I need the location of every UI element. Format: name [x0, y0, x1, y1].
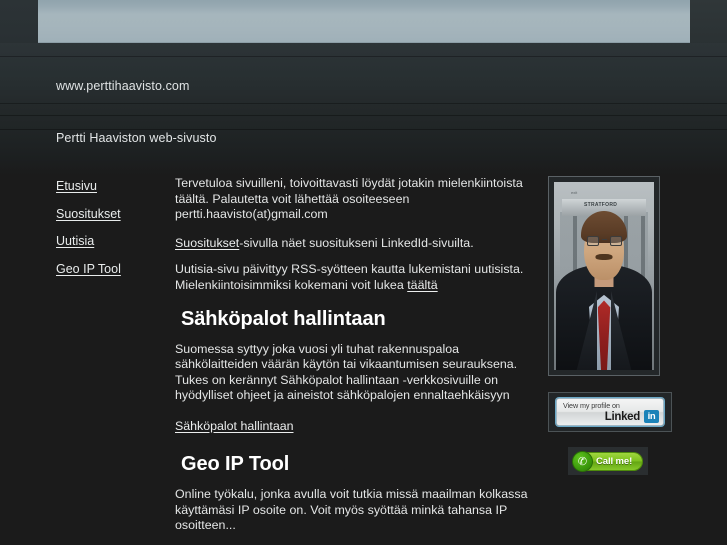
primary-navigation: Etusivu Suositukset Uutisia Geo IP Tool — [56, 179, 164, 289]
header-rule — [0, 103, 727, 104]
intro-paragraph: Tervetuloa sivuilleni, toivoittavasti lö… — [175, 176, 523, 222]
skype-call-me-label: Call me! — [596, 455, 633, 467]
header-rule — [0, 56, 727, 57]
linkedin-wordmark: Linked — [604, 411, 641, 423]
section-body-geo-ip-tool: Online työkalu, jonka avulla voit tutkia… — [175, 486, 528, 533]
main-content: Tervetuloa sivuilleni, toivoittavasti lö… — [175, 176, 537, 545]
sidebar-item-uutisia[interactable]: Uutisia — [56, 234, 164, 248]
recommendations-paragraph: Suositukset-sivulla näet suositukseni Li… — [175, 236, 537, 252]
site-tagline: Pertti Haaviston web-sivusto — [56, 131, 217, 145]
photo-glasses-right — [609, 235, 622, 246]
linkedin-profile-badge[interactable]: View my profile on Linked in — [556, 398, 664, 426]
avatar: exit STRATFORD — [554, 182, 654, 370]
sidebar-item-etusivu[interactable]: Etusivu — [56, 179, 164, 193]
news-paragraph: Uutisia-sivu päivittyy RSS-syötteen kaut… — [175, 262, 537, 293]
header-rule — [0, 129, 727, 130]
photo-glasses-left — [586, 235, 599, 246]
photo-moustache — [595, 254, 613, 261]
sahkopalot-hallintaan-link[interactable]: Sähköpalot hallintaan — [175, 419, 294, 433]
sidebar-item-geo-ip-tool[interactable]: Geo IP Tool — [56, 262, 164, 276]
profile-photo-frame: exit STRATFORD — [548, 176, 660, 376]
photo-sign-small-text: exit — [571, 189, 578, 195]
linkedin-icon: in — [644, 409, 659, 423]
site-banner — [38, 0, 690, 43]
suositukset-link[interactable]: Suositukset — [175, 236, 239, 250]
linkedin-badge-caption: View my profile on — [563, 401, 620, 410]
sidebar-item-suositukset[interactable]: Suositukset — [56, 207, 164, 221]
skype-button-container: ✆ Call me! — [568, 447, 648, 475]
section-body-sahkopalot: Suomessa syttyy joka vuosi yli tuhat rak… — [175, 341, 518, 403]
skype-phone-icon: ✆ — [572, 450, 593, 472]
section-title-sahkopalot: Sähköpalot hallintaan — [181, 307, 386, 330]
header-rule — [0, 115, 727, 116]
linkedin-badge-container: View my profile on Linked in — [548, 392, 672, 432]
photo-sign-text: STRATFORD — [584, 201, 618, 208]
page-root: www.perttihaavisto.com Pertti Haaviston … — [0, 0, 727, 545]
taalta-link[interactable]: täältä — [407, 278, 437, 292]
news-text: Uutisia-sivu päivittyy RSS-syötteen kaut… — [175, 262, 524, 292]
recommendations-text: -sivulla näet suositukseni LinkedId-sivu… — [239, 235, 474, 250]
site-url: www.perttihaavisto.com — [56, 79, 190, 93]
photo-glasses-bridge — [601, 239, 607, 241]
right-sidebar: exit STRATFORD View my profile on Linked — [548, 176, 688, 475]
section-title-geo-ip-tool: Geo IP Tool — [181, 452, 290, 475]
skype-call-me-button[interactable]: ✆ Call me! — [572, 450, 643, 472]
header-strip — [0, 43, 727, 175]
